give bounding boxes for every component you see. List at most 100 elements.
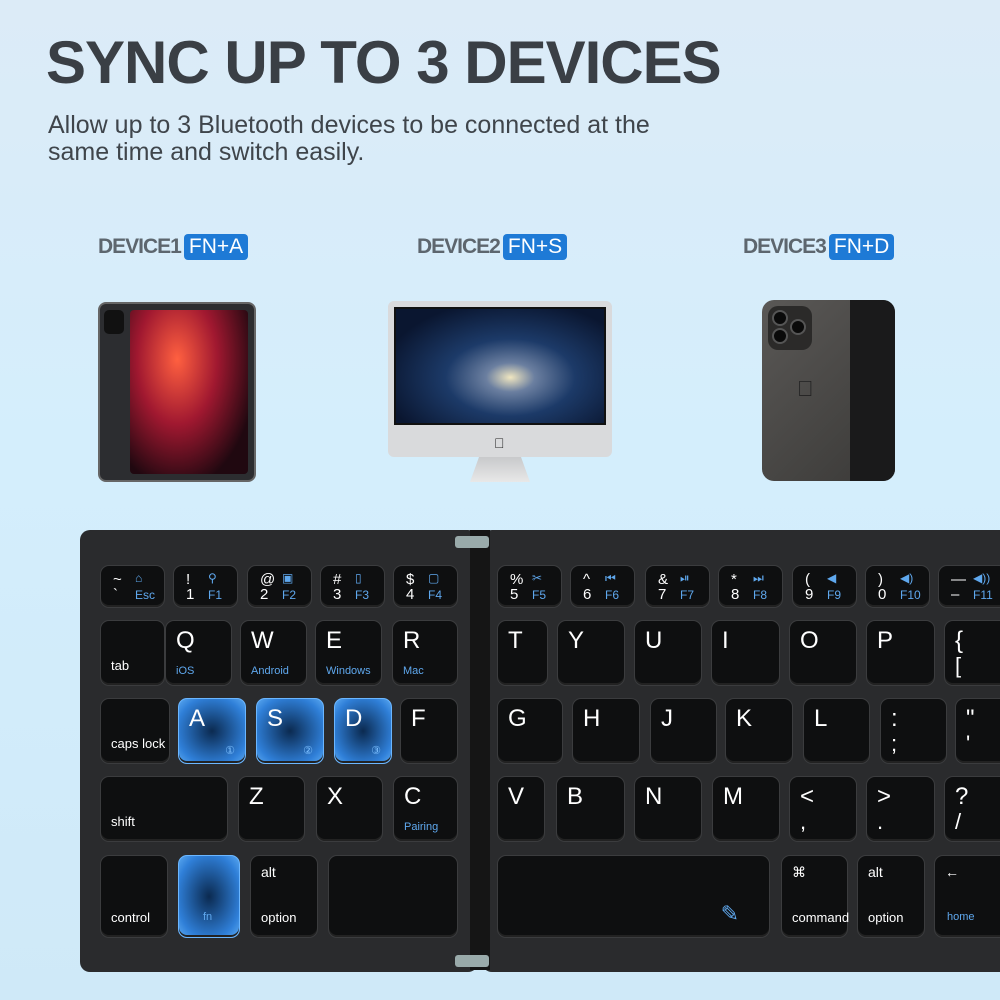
key-caps-lock[interactable]: caps lock <box>100 698 170 764</box>
key--[interactable]: :; <box>880 698 947 764</box>
fn-row-key[interactable]: ^ 6 ⏮ F6 <box>570 565 635 608</box>
key-j[interactable]: J <box>650 698 717 764</box>
key-t[interactable]: T <box>497 620 548 686</box>
key-label: tab <box>111 658 130 673</box>
fn-row-key[interactable]: ) 0 ◀) F10 <box>865 565 930 608</box>
device3-label: DEVICE3 FN+D <box>743 234 895 260</box>
key-space[interactable]: ✎ <box>497 855 770 938</box>
key-label: command <box>792 910 850 925</box>
key-l[interactable]: L <box>803 698 870 764</box>
key-e[interactable]: E Windows <box>315 620 382 686</box>
key-h[interactable]: H <box>572 698 640 764</box>
fn-row-key[interactable]: $4 ▢ F4 <box>393 565 458 608</box>
key-icon: ◀)) <box>973 571 991 585</box>
key-label: D <box>345 705 363 732</box>
key-label: fn <box>203 911 213 923</box>
key-label: alt <box>868 864 883 880</box>
fn-row-key[interactable]: % 5 ✂ F5 <box>497 565 562 608</box>
key-label: ; <box>891 731 898 756</box>
key-label: H <box>583 705 601 732</box>
key-command[interactable]: ⌘ command <box>781 855 850 938</box>
fn-row-key[interactable]: ~ ` ⌂ Esc <box>100 565 165 608</box>
keyboard-hinge <box>470 530 490 970</box>
fn-row-key[interactable]: ! 1 ⚲ F1 <box>173 565 238 608</box>
fn-row-key[interactable]: (9 ◀ F9 <box>792 565 857 608</box>
key-fn[interactable]: fn <box>178 855 240 938</box>
key-label: ' <box>966 731 971 756</box>
key-icon: F3 <box>355 588 370 602</box>
key--[interactable]: " ' <box>955 698 1000 764</box>
key-r[interactable]: R Mac <box>392 620 458 686</box>
key-option[interactable]: alt option <box>857 855 925 938</box>
key-space[interactable] <box>328 855 458 938</box>
key-icon: ▯ <box>355 571 362 585</box>
key-label: " <box>966 705 975 732</box>
key-f[interactable]: F <box>400 698 458 764</box>
key-label: P <box>877 627 894 654</box>
key-label: [ <box>955 653 962 678</box>
key-c[interactable]: C Pairing <box>393 776 458 842</box>
key-icon: F1 <box>208 588 223 602</box>
key--[interactable]: {[ <box>944 620 1000 686</box>
key-label: J <box>661 705 673 732</box>
key-label: O <box>800 627 819 654</box>
fn-row-key[interactable]: @2 ▣ F2 <box>247 565 312 608</box>
key-control[interactable]: control <box>100 855 168 938</box>
key-q[interactable]: QiOS <box>165 620 232 686</box>
device1-label: DEVICE1 FN+A <box>98 234 249 260</box>
key-label: U <box>645 627 663 654</box>
key-label: option <box>868 910 904 925</box>
key-m[interactable]: M <box>712 776 780 842</box>
key-w[interactable]: W Android <box>240 620 307 686</box>
key-n[interactable]: N <box>634 776 702 842</box>
key-k[interactable]: K <box>725 698 793 764</box>
key-i[interactable]: I <box>711 620 780 686</box>
key-tab[interactable]: tab <box>100 620 165 686</box>
key-label: – <box>951 586 960 603</box>
key-p[interactable]: P <box>866 620 935 686</box>
key-icon: ⏭ <box>753 571 764 585</box>
key-label: Z <box>249 783 264 810</box>
key-label: Windows <box>326 665 371 677</box>
key-label: F <box>411 705 426 732</box>
fn-row-key[interactable]: #3 ▯ F3 <box>320 565 385 608</box>
key-b[interactable]: B <box>556 776 625 842</box>
key-a[interactable]: A① <box>178 698 246 764</box>
fn-row-key[interactable]: * 8 ⏭ F8 <box>718 565 783 608</box>
key-v[interactable]: V <box>497 776 545 842</box>
key-label: ` <box>113 586 118 603</box>
key-icon: ▣ <box>282 571 294 585</box>
fn-row-key[interactable]: — – ◀)) F11 <box>938 565 1000 608</box>
key-z[interactable]: Z <box>238 776 305 842</box>
key-label: 4 <box>406 586 415 603</box>
key-label: ⌘ <box>792 864 806 880</box>
key--[interactable]: >. <box>866 776 935 842</box>
phone-image:  <box>762 300 895 481</box>
key-option[interactable]: alt option <box>250 855 318 938</box>
key-label: home <box>947 911 975 923</box>
key-icon: F8 <box>753 588 768 602</box>
key-label: < <box>800 783 815 810</box>
key-x[interactable]: X <box>316 776 383 842</box>
key-d[interactable]: D③ <box>334 698 392 764</box>
touchpad-pen-icon: ✎ <box>720 901 739 926</box>
key-g[interactable]: G <box>497 698 563 764</box>
key-s[interactable]: S② <box>256 698 324 764</box>
key-y[interactable]: Y <box>557 620 625 686</box>
page-title: SYNC UP TO 3 DEVICES <box>46 29 722 96</box>
key-icon: ✂ <box>532 571 543 585</box>
key-o[interactable]: O <box>789 620 857 686</box>
key-home[interactable]: ← home <box>934 855 1000 938</box>
key-label: X <box>327 783 344 810</box>
hinge-clip <box>455 536 489 548</box>
apple-logo-icon:  <box>494 435 505 451</box>
key--[interactable]: <, <box>789 776 857 842</box>
key-label: 3 <box>333 586 342 603</box>
key-label: 5 <box>510 586 519 603</box>
key--[interactable]: ? / <box>944 776 1000 842</box>
fn-row-key[interactable]: & 7 ⏯ F7 <box>645 565 710 608</box>
key-u[interactable]: U <box>634 620 702 686</box>
key-label: 1 <box>186 586 195 603</box>
key-shift[interactable]: shift <box>100 776 228 842</box>
device-name: DEVICE3 <box>743 235 827 258</box>
